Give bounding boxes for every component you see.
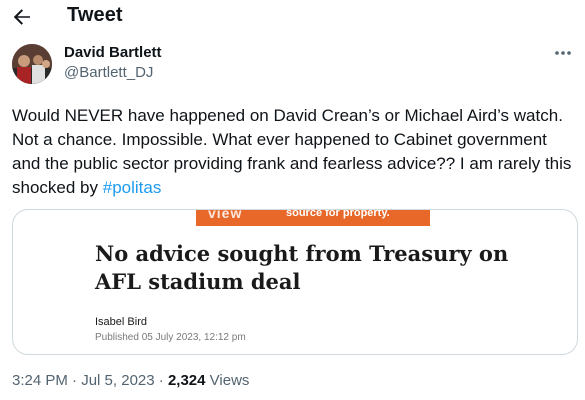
tweet-date[interactable]: Jul 5, 2023 <box>81 372 154 389</box>
meta-separator-2: · <box>154 372 168 389</box>
tweet-body: Would NEVER have happened on David Crean… <box>12 106 572 197</box>
banner-text: source for property. <box>286 209 390 219</box>
page-title: Tweet <box>67 4 123 26</box>
author-name[interactable]: David Bartlett <box>64 44 162 61</box>
tweet-header: Tweet <box>0 0 585 34</box>
meta-separator: · <box>67 372 82 389</box>
banner-logo: view <box>208 209 243 221</box>
tweet-time[interactable]: 3:24 PM <box>12 372 68 389</box>
card-date: Published 05 July 2023, 12:12 pm <box>95 332 246 343</box>
views-label: Views <box>205 372 250 389</box>
tweet-text: Would NEVER have happened on David Crean… <box>12 104 578 200</box>
author-handle[interactable]: @Bartlett_DJ <box>64 64 153 81</box>
link-card[interactable]: view source for property. No advice soug… <box>12 209 578 355</box>
avatar[interactable] <box>12 44 52 84</box>
card-headline: No advice sought from Treasury on AFL st… <box>95 241 509 294</box>
tweet-author: David Bartlett @Bartlett_DJ <box>12 42 572 86</box>
views-count: 2,324 <box>167 372 206 389</box>
ad-banner: view source for property. <box>196 209 430 226</box>
tweet-meta: 3:24 PM · Jul 5, 2023 · 2,324 Views <box>12 372 249 389</box>
hashtag-link[interactable]: #politas <box>103 178 162 197</box>
arrow-left-icon[interactable] <box>10 5 34 29</box>
more-dots-icon[interactable] <box>552 44 574 62</box>
card-author: Isabel Bird <box>95 316 147 328</box>
